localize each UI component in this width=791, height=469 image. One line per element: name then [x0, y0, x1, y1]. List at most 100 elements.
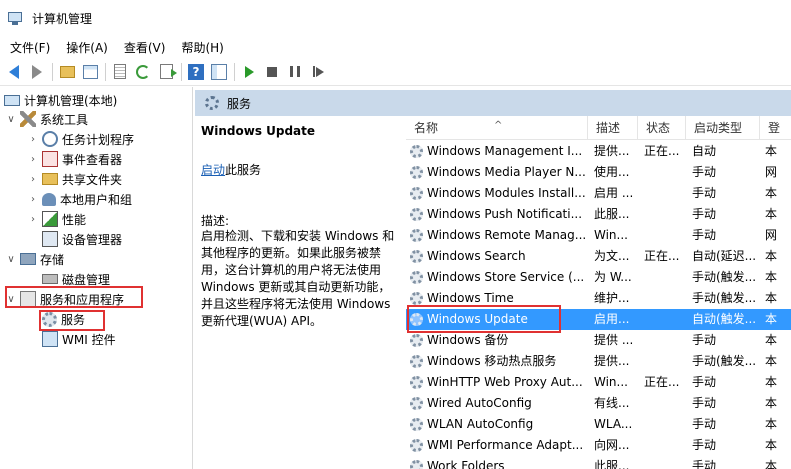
- service-row[interactable]: Windows Remote Manag... Win... 手动 网: [406, 225, 791, 246]
- help-button[interactable]: ?: [187, 63, 205, 81]
- service-name-cell: Windows Time: [410, 288, 590, 309]
- service-row[interactable]: Wired AutoConfig 有线... 手动 本: [406, 393, 791, 414]
- service-row[interactable]: Windows 备份 提供 ... 手动 本: [406, 330, 791, 351]
- start-service-link[interactable]: 启动: [201, 163, 225, 177]
- service-status-cell: [644, 351, 684, 372]
- service-name: Wired AutoConfig: [427, 396, 532, 410]
- tree-item-disk-management[interactable]: 磁盘管理: [42, 269, 110, 289]
- tree-item-services[interactable]: 服务: [42, 309, 85, 329]
- column-header-status[interactable]: 状态: [638, 116, 686, 140]
- service-row[interactable]: Windows Store Service (... 为 W... 手动(触发...…: [406, 267, 791, 288]
- service-row[interactable]: Windows 移动热点服务 提供... 手动(触发... 本: [406, 351, 791, 372]
- back-button[interactable]: [5, 63, 23, 81]
- service-login-cell: 本: [765, 186, 778, 200]
- service-startup-cell: 手动: [692, 186, 717, 200]
- service-row[interactable]: Windows Search 为文... 正在... 自动(延迟... 本: [406, 246, 791, 267]
- tree-item-event-viewer[interactable]: › 事件查看器: [28, 149, 122, 169]
- service-row[interactable]: Windows Update 启用... 自动(触发... 本: [406, 309, 791, 330]
- tree-item-performance[interactable]: › 性能: [28, 209, 86, 229]
- service-name-cell: WLAN AutoConfig: [410, 414, 590, 435]
- service-status-cell: [644, 288, 684, 309]
- service-name: Work Folders: [427, 459, 505, 469]
- service-name-cell: Windows 移动热点服务: [410, 351, 590, 372]
- service-startup-cell: 手动: [692, 396, 717, 410]
- tree-item-shared-folders[interactable]: › 共享文件夹: [28, 169, 122, 189]
- service-row[interactable]: WinHTTP Web Proxy Aut... Win... 正在... 手动 本: [406, 372, 791, 393]
- column-header-name[interactable]: 名称 ^: [406, 116, 588, 140]
- service-name: Windows Store Service (...: [427, 270, 585, 284]
- service-row[interactable]: WMI Performance Adapt... 向网... 手动 本: [406, 435, 791, 456]
- chevron-down-icon[interactable]: ∨: [6, 294, 16, 305]
- forward-button[interactable]: [28, 63, 46, 81]
- chevron-down-icon[interactable]: ∨: [6, 114, 16, 125]
- service-startup-cell: 手动(触发...: [692, 270, 757, 284]
- service-name-cell: Windows Search: [410, 246, 590, 267]
- service-row[interactable]: Work Folders 此服... 手动 本: [406, 456, 791, 469]
- service-login-cell: 本: [765, 144, 778, 158]
- tree-item-device-manager[interactable]: 设备管理器: [42, 229, 122, 249]
- service-row[interactable]: Windows Management I... 提供... 正在... 自动 本: [406, 141, 791, 162]
- restart-service-button[interactable]: [309, 63, 327, 81]
- chevron-right-icon[interactable]: ›: [28, 194, 38, 205]
- chevron-right-icon[interactable]: ›: [28, 174, 38, 185]
- tree-item-task-scheduler[interactable]: › 任务计划程序: [28, 129, 134, 149]
- stop-service-button[interactable]: [263, 63, 281, 81]
- refresh-button[interactable]: [134, 63, 152, 81]
- service-name: Windows 移动热点服务: [427, 354, 557, 368]
- menu-file[interactable]: 文件(F): [4, 39, 56, 56]
- service-gear-icon: [410, 355, 423, 368]
- service-login-cell: 本: [765, 396, 778, 410]
- start-service-button[interactable]: [240, 63, 258, 81]
- service-gear-icon: [410, 271, 423, 284]
- properties-button[interactable]: [111, 63, 129, 81]
- service-login-cell: 本: [765, 354, 778, 368]
- menu-help[interactable]: 帮助(H): [175, 39, 229, 56]
- service-gear-icon: [410, 313, 423, 326]
- service-row[interactable]: Windows Push Notificati... 此服... 手动 本: [406, 204, 791, 225]
- up-folder-button[interactable]: [58, 63, 76, 81]
- service-startup-cell: 手动: [692, 165, 717, 179]
- service-description-cell: WLA...: [594, 417, 633, 431]
- service-login-cell: 本: [765, 207, 778, 221]
- service-description-cell: Win...: [594, 375, 628, 389]
- service-row[interactable]: Windows Time 维护... 手动(触发... 本: [406, 288, 791, 309]
- show-action-pane-button[interactable]: [210, 63, 228, 81]
- column-header-login[interactable]: 登: [760, 116, 791, 140]
- column-header-desc[interactable]: 描述: [588, 116, 638, 140]
- toolbar-separator: [234, 62, 235, 81]
- tree-item-root[interactable]: 计算机管理(本地): [4, 90, 117, 110]
- service-row[interactable]: WLAN AutoConfig WLA... 手动 本: [406, 414, 791, 435]
- menu-action[interactable]: 操作(A): [60, 39, 114, 56]
- wmi-icon: [42, 331, 58, 347]
- pause-service-button[interactable]: [286, 63, 304, 81]
- tree-item-storage[interactable]: ∨ 存储: [6, 249, 64, 269]
- tree-item-label: 共享文件夹: [62, 172, 123, 187]
- service-detail-title: Windows Update: [201, 124, 316, 138]
- service-row[interactable]: Windows Modules Install... 启用 ... 手动 本: [406, 183, 791, 204]
- tree-item-local-users[interactable]: › 本地用户和组: [28, 189, 132, 209]
- tree-item-services-and-apps[interactable]: ∨ 服务和应用程序: [6, 289, 124, 309]
- chevron-right-icon[interactable]: ›: [28, 134, 38, 145]
- chevron-right-icon[interactable]: ›: [28, 154, 38, 165]
- service-startup-cell: 自动(延迟...: [692, 249, 757, 263]
- service-status-cell: 正在...: [644, 249, 680, 263]
- services-apps-icon: [20, 291, 36, 307]
- tree-item-wmi[interactable]: WMI 控件: [42, 329, 116, 349]
- service-name: Windows Time: [427, 291, 514, 305]
- chevron-down-icon[interactable]: ∨: [6, 254, 16, 265]
- title-bar: 计算机管理: [0, 0, 791, 36]
- export-list-button[interactable]: [157, 63, 177, 81]
- menu-view[interactable]: 查看(V): [118, 39, 172, 56]
- service-login-cell: 本: [765, 312, 778, 326]
- chevron-right-icon[interactable]: ›: [28, 214, 38, 225]
- service-description: 启用检测、下载和安装 Windows 和其他程序的更新。如果此服务被禁用，这台计…: [201, 229, 395, 328]
- action-pane-icon: [211, 63, 227, 80]
- tree-item-system-tools[interactable]: ∨ 系统工具: [6, 109, 88, 129]
- service-row[interactable]: Windows Media Player N... 使用... 手动 网: [406, 162, 791, 183]
- tree-item-label: 计算机管理(本地): [24, 93, 118, 108]
- column-header-startup[interactable]: 启动类型: [686, 116, 760, 140]
- service-status-cell: [644, 183, 684, 204]
- service-gear-icon: [410, 439, 423, 452]
- show-hide-tree-button[interactable]: [81, 63, 99, 81]
- users-icon: [42, 192, 56, 206]
